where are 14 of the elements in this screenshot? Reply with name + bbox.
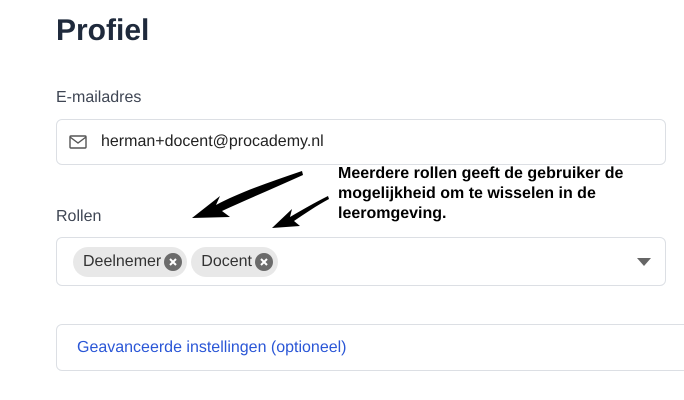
dropdown-caret-icon[interactable] [637,258,651,266]
email-value: herman+docent@procademy.nl [101,132,324,152]
mail-icon [69,135,87,149]
remove-icon[interactable] [254,252,273,270]
chip-label: Docent [201,252,252,272]
roles-select[interactable]: Deelnemer Docent [56,237,666,286]
email-field[interactable]: herman+docent@procademy.nl [56,119,666,165]
advanced-settings-button[interactable]: Geavanceerde instellingen (optioneel) [56,324,684,371]
field-label: Rollen [56,207,102,227]
chip-label: Deelnemer [83,252,162,272]
field-label: E-mailadres [56,88,142,108]
page-title: Profiel [56,14,150,48]
annotation-text: Meerdere rollen geeft de gebruiker de mogelijkheid om te wisselen in de leeromgeving. [338,164,624,224]
remove-icon[interactable] [164,252,182,270]
